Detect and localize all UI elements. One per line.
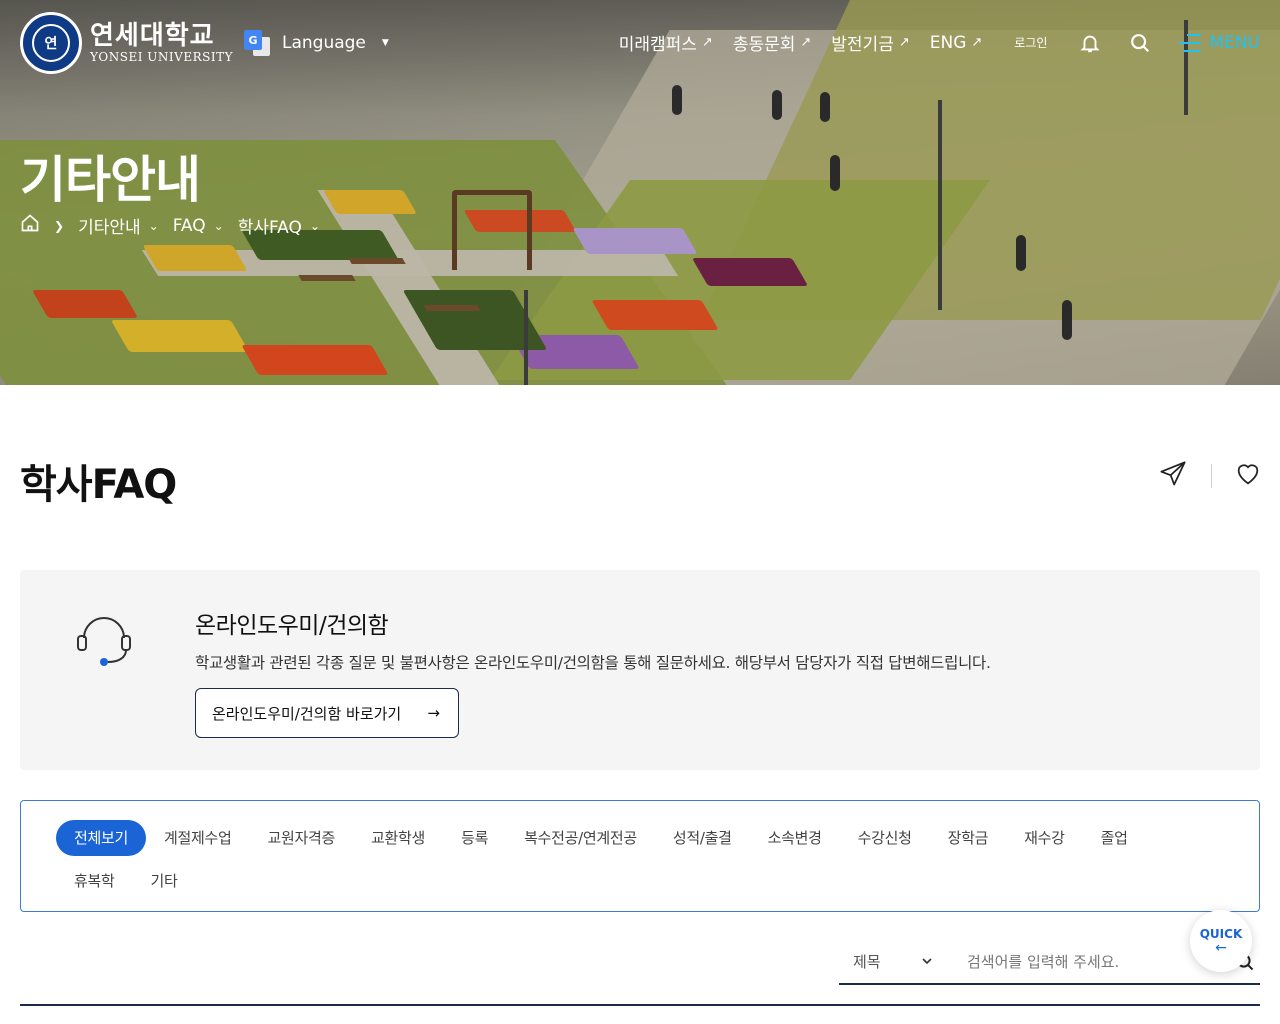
flower-bed — [323, 190, 417, 214]
hero-person-shape — [772, 90, 782, 120]
nav-link-future-campus[interactable]: 미래캠퍼스 ↗ — [619, 30, 713, 55]
chevron-right-icon: ❯ — [54, 218, 65, 233]
online-helper-box: 온라인도우미/건의함 학교생활과 관련된 각종 질문 및 불편사항은 온라인도우… — [20, 570, 1260, 770]
flower-bed — [572, 228, 698, 254]
filter-chip[interactable]: 휴복학 — [56, 863, 133, 899]
filter-chip[interactable]: 성적/출결 — [655, 820, 750, 856]
list-top-rule — [20, 1004, 1260, 1006]
arrow-left-icon: ← — [1215, 940, 1227, 956]
login-link[interactable]: 로그인 — [1014, 34, 1047, 51]
filter-chip[interactable]: 등록 — [443, 820, 506, 856]
hero-swing-shape — [452, 190, 532, 270]
headset-icon — [74, 606, 138, 674]
chevron-down-icon: ⌄ — [213, 218, 224, 233]
page-actions — [1159, 460, 1262, 492]
filter-chip[interactable]: 기타 — [133, 863, 196, 899]
chevron-down-icon: ⌄ — [309, 218, 320, 233]
filter-row: 전체보기 계절제수업 교원자격증 교환학생 등록 복수전공/연계전공 성적/출결… — [56, 820, 1146, 856]
breadcrumb-label: 기타안내 — [78, 218, 141, 238]
logo-korean-name: 연세대학교 — [90, 21, 215, 51]
flower-bed — [241, 345, 389, 375]
nav-link-label: ENG — [929, 32, 967, 53]
yonsei-logo[interactable]: 연 연세대학교 YONSEI UNIVERSITY — [20, 12, 233, 74]
logo-english-name: YONSEI UNIVERSITY — [90, 50, 233, 64]
search-icon[interactable] — [1129, 32, 1151, 54]
external-link-icon: ↗ — [701, 35, 713, 50]
nav-link-label: 총동문회 — [732, 35, 796, 55]
top-navigation: 미래캠퍼스 ↗ 총동문회 ↗ 발전기금 ↗ ENG ↗ 로그인 MENU — [619, 30, 1260, 56]
flower-bed — [31, 290, 139, 318]
filter-chip[interactable]: 재수강 — [1006, 820, 1083, 856]
hero-person-shape — [1062, 300, 1072, 340]
nav-link-alumni[interactable]: 총동문회 ↗ — [733, 30, 811, 55]
filter-chip[interactable]: 계절제수업 — [146, 820, 250, 856]
external-link-icon: ↗ — [898, 35, 910, 50]
filter-chip[interactable]: 소속변경 — [750, 820, 840, 856]
filter-chip-all[interactable]: 전체보기 — [56, 820, 147, 856]
help-link-label: 온라인도우미/건의함 바로가기 — [212, 704, 402, 723]
nav-link-label: 미래캠퍼스 — [618, 35, 697, 55]
google-translate-icon: G — [244, 30, 270, 56]
flower-bed — [691, 258, 809, 286]
filter-row: 휴복학 기타 — [56, 863, 196, 899]
hero-lamppost-shape — [524, 290, 528, 385]
breadcrumb-item-other-info[interactable]: 기타안내 ⌄ — [78, 213, 159, 238]
search-input[interactable] — [943, 952, 1230, 971]
nav-link-label: 발전기금 — [831, 35, 894, 55]
hero-person-shape — [672, 85, 682, 115]
filter-chip[interactable]: 졸업 — [1083, 820, 1146, 856]
external-link-icon: ↗ — [971, 35, 983, 50]
flower-bed — [591, 300, 719, 330]
search-field-select[interactable]: 제목 — [839, 951, 943, 972]
breadcrumb-label: 학사FAQ — [237, 218, 302, 238]
hero-bench-shape — [298, 275, 356, 281]
hero-title: 기타안내 — [20, 151, 201, 209]
filter-chip[interactable]: 교환학생 — [353, 820, 443, 856]
hero-person-shape — [1016, 235, 1026, 271]
share-icon[interactable] — [1159, 460, 1187, 492]
caret-down-icon: ▼ — [381, 38, 389, 48]
university-emblem-icon: 연 — [20, 12, 82, 74]
help-description: 학교생활과 관련된 각종 질문 및 불편사항은 온라인도우미/건의함을 통해 질… — [195, 654, 991, 672]
filter-chip[interactable]: 복수전공/연계전공 — [506, 820, 655, 856]
external-link-icon: ↗ — [800, 35, 812, 50]
hamburger-icon — [1179, 33, 1202, 52]
hero-bench-shape — [348, 258, 406, 264]
hero-person-shape — [820, 92, 830, 122]
online-helper-link-button[interactable]: 온라인도우미/건의함 바로가기 → — [195, 688, 459, 738]
hero-banner: 연 연세대학교 YONSEI UNIVERSITY G Language ▼ 미… — [0, 0, 1280, 385]
page-title: 학사FAQ — [20, 462, 177, 508]
actions-divider — [1211, 464, 1212, 488]
nav-link-donation[interactable]: 발전기금 ↗ — [831, 30, 909, 55]
help-title: 온라인도우미/건의함 — [195, 613, 389, 639]
hero-bench-shape — [423, 305, 481, 311]
language-label: Language — [282, 33, 366, 53]
quick-label: QUICK — [1199, 927, 1243, 941]
chevron-down-icon — [921, 953, 933, 971]
chevron-down-icon: ⌄ — [148, 218, 159, 233]
breadcrumb-label: FAQ — [172, 215, 206, 236]
category-filter: 전체보기 계절제수업 교원자격증 교환학생 등록 복수전공/연계전공 성적/출결… — [20, 800, 1260, 912]
language-selector[interactable]: G Language ▼ — [244, 30, 389, 56]
home-icon[interactable] — [20, 213, 40, 238]
breadcrumb-item-faq[interactable]: FAQ ⌄ — [173, 216, 224, 236]
search-field-value: 제목 — [853, 953, 881, 971]
menu-label: MENU — [1209, 32, 1260, 53]
hero-lamppost-shape — [938, 100, 942, 310]
breadcrumb-item-academic-faq[interactable]: 학사FAQ ⌄ — [238, 213, 320, 238]
filter-chip[interactable]: 교원자격증 — [250, 820, 354, 856]
filter-chip[interactable]: 수강신청 — [840, 820, 930, 856]
flower-bed — [142, 245, 248, 271]
filter-chip[interactable]: 장학금 — [930, 820, 1007, 856]
arrow-right-icon: → — [427, 704, 440, 722]
hero-person-shape — [830, 155, 840, 191]
notification-bell-icon[interactable] — [1079, 32, 1101, 54]
nav-link-english[interactable]: ENG ↗ — [930, 33, 983, 53]
breadcrumb: ❯ 기타안내 ⌄ FAQ ⌄ 학사FAQ ⌄ — [20, 213, 320, 238]
heart-icon[interactable] — [1234, 460, 1262, 492]
flower-bed — [110, 320, 250, 352]
menu-button[interactable]: MENU — [1179, 33, 1260, 53]
quick-menu-button[interactable]: QUICK ← — [1190, 910, 1252, 972]
